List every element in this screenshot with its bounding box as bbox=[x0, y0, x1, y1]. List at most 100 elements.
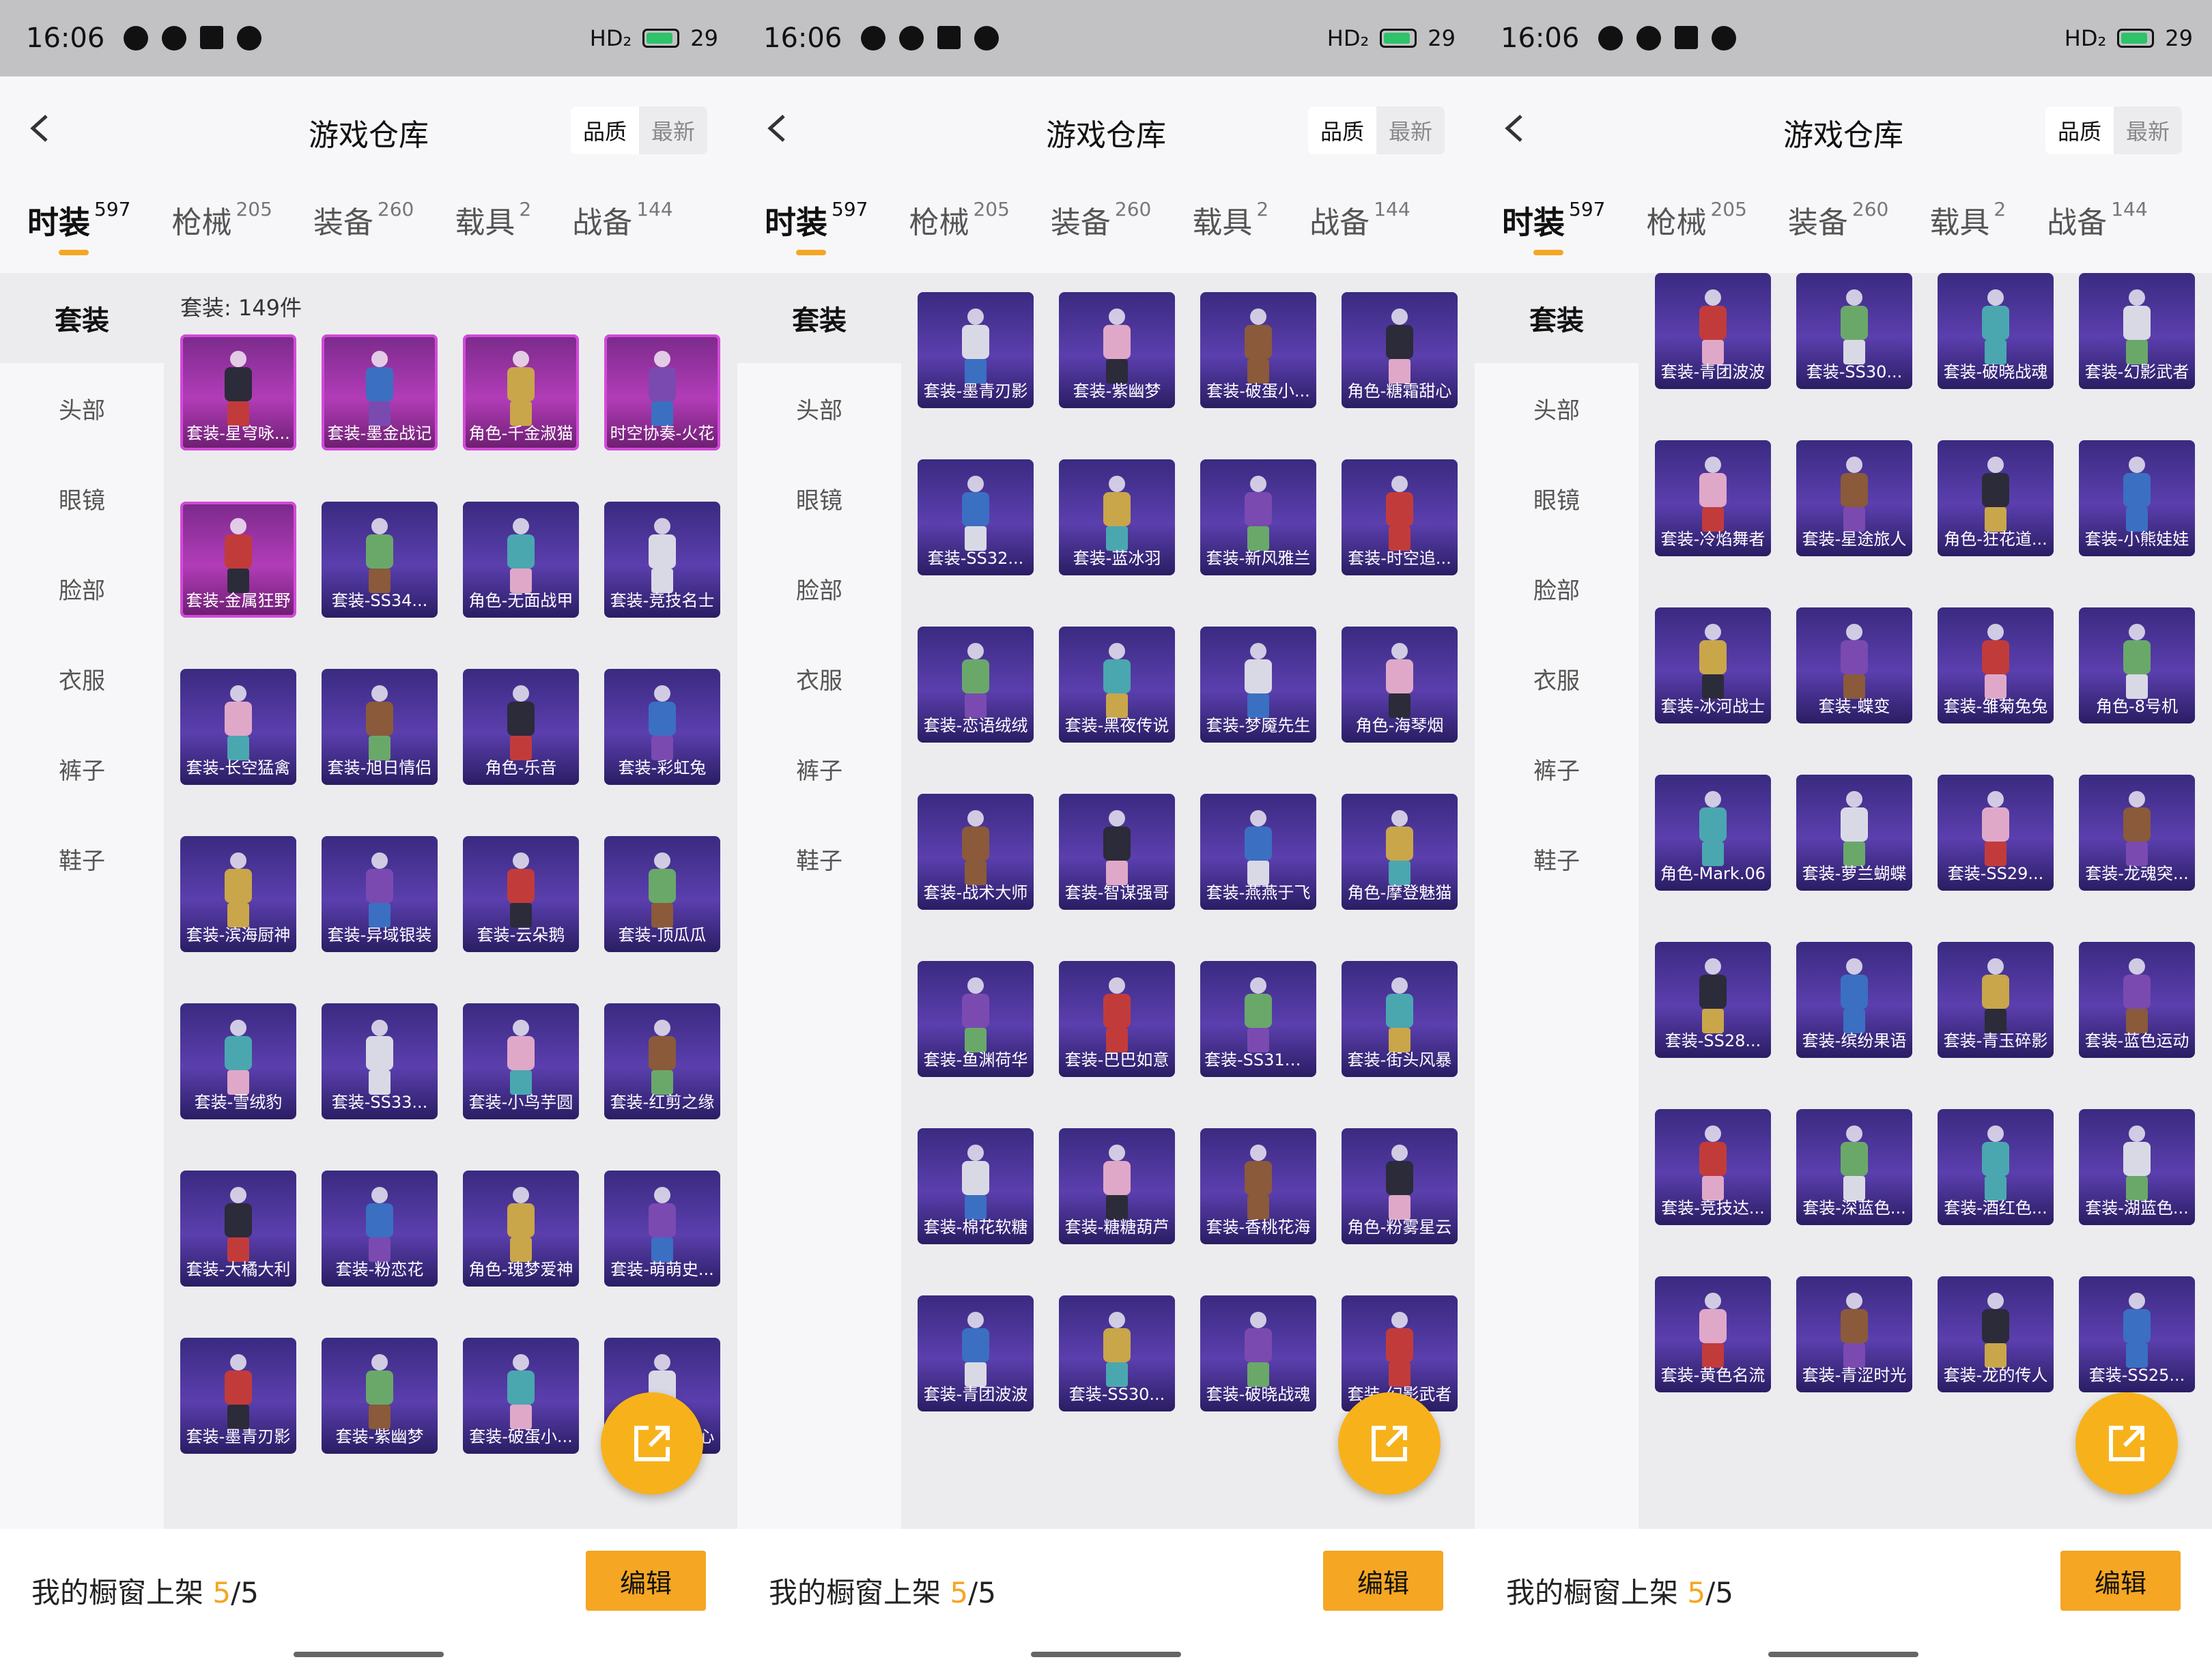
edit-button[interactable]: 编辑 bbox=[1323, 1551, 1443, 1611]
item-card[interactable]: 套装-长空猛禽 bbox=[180, 669, 296, 785]
item-card[interactable]: 套装-青涩时光 bbox=[1796, 1276, 1912, 1392]
tab-supplies[interactable]: 战备 144 bbox=[572, 198, 672, 242]
item-card[interactable]: 套装-破晓战魂 bbox=[1200, 1295, 1316, 1411]
sidebar-item-pants[interactable]: 裤子 bbox=[1475, 723, 1639, 814]
item-card[interactable]: 套装-梦魇先生 bbox=[1200, 627, 1316, 743]
share-fab[interactable] bbox=[601, 1392, 703, 1495]
item-card[interactable]: 角色-Mark.06 bbox=[1655, 775, 1771, 891]
tab-fashion[interactable]: 时装 597 bbox=[765, 198, 868, 255]
edit-button[interactable]: 编辑 bbox=[586, 1551, 706, 1611]
item-card[interactable]: 角色-狂花道... bbox=[1938, 440, 2054, 556]
item-card[interactable]: 套装-街头风暴 bbox=[1342, 961, 1458, 1077]
item-card[interactable]: 套装-新风雅兰 bbox=[1200, 459, 1316, 575]
item-card[interactable]: 套装-竞技达... bbox=[1655, 1109, 1771, 1225]
tab-vehicles[interactable]: 载具 2 bbox=[1192, 198, 1268, 242]
item-card[interactable]: 套装-破蛋小... bbox=[1200, 292, 1316, 408]
sort-latest-button[interactable]: 最新 bbox=[2114, 106, 2182, 154]
item-card[interactable]: 角色-乐音 bbox=[463, 669, 579, 785]
tab-supplies[interactable]: 战备 144 bbox=[1309, 198, 1410, 242]
item-card[interactable]: 套装-小鸟芋圆 bbox=[463, 1003, 579, 1119]
item-card[interactable]: 套装-竞技名士 bbox=[604, 502, 720, 618]
item-card[interactable]: 套装-SS34... bbox=[322, 502, 438, 618]
item-card[interactable]: 套装-黄色名流 bbox=[1655, 1276, 1771, 1392]
sidebar-item-head[interactable]: 头部 bbox=[1475, 363, 1639, 453]
item-card[interactable]: 套装-雪绒豹 bbox=[180, 1003, 296, 1119]
share-fab[interactable] bbox=[2075, 1392, 2178, 1495]
sidebar-item-glasses[interactable]: 眼镜 bbox=[737, 453, 901, 543]
sidebar-item-pants[interactable]: 裤子 bbox=[0, 723, 164, 814]
sidebar-item-head[interactable]: 头部 bbox=[0, 363, 164, 453]
item-card[interactable]: 套装-紫幽梦 bbox=[1059, 292, 1175, 408]
item-card[interactable]: 套装-燕燕于飞 bbox=[1200, 794, 1316, 910]
item-card[interactable]: 套装-紫幽梦 bbox=[322, 1338, 438, 1454]
item-card[interactable]: 套装-彩虹兔 bbox=[604, 669, 720, 785]
item-card[interactable]: 套装-缤纷果语 bbox=[1796, 942, 1912, 1058]
item-card[interactable]: 套装-冷焰舞者 bbox=[1655, 440, 1771, 556]
item-card[interactable]: 套装-萌萌史... bbox=[604, 1171, 720, 1287]
item-card[interactable]: 套装-香桃花海 bbox=[1200, 1128, 1316, 1244]
item-card[interactable]: 套装-滨海厨神 bbox=[180, 836, 296, 952]
item-card[interactable]: 套装-龙的传人 bbox=[1938, 1276, 2054, 1392]
home-indicator[interactable] bbox=[294, 1652, 444, 1657]
edit-button[interactable]: 编辑 bbox=[2060, 1551, 2181, 1611]
item-card[interactable]: 套装-黑夜传说 bbox=[1059, 627, 1175, 743]
item-card[interactable]: 套装-龙魂突... bbox=[2079, 775, 2195, 891]
sidebar-item-clothes[interactable]: 衣服 bbox=[737, 633, 901, 723]
item-card[interactable]: 套装-小熊娃娃 bbox=[2079, 440, 2195, 556]
sidebar-item-shoes[interactable]: 鞋子 bbox=[737, 814, 901, 904]
item-card[interactable]: 套装-破晓战魂 bbox=[1938, 273, 2054, 389]
sidebar-item-head[interactable]: 头部 bbox=[737, 363, 901, 453]
item-card[interactable]: 套装-SS30... bbox=[1796, 273, 1912, 389]
item-card[interactable]: 套装-酒红色... bbox=[1938, 1109, 2054, 1225]
sort-quality-button[interactable]: 品质 bbox=[1307, 106, 1376, 154]
item-card[interactable]: 套装-SS29... bbox=[1938, 775, 2054, 891]
item-card[interactable]: 套装-湖蓝色... bbox=[2079, 1109, 2195, 1225]
item-card[interactable]: 角色-粉雾星云 bbox=[1342, 1128, 1458, 1244]
item-card[interactable]: 套装-SS32... bbox=[918, 459, 1034, 575]
tab-guns[interactable]: 枪械 205 bbox=[909, 198, 1009, 242]
item-card[interactable]: 套装-智谋强哥 bbox=[1059, 794, 1175, 910]
item-card[interactable]: 套装-巴巴如意 bbox=[1059, 961, 1175, 1077]
item-card[interactable]: 套装-萝兰蝴蝶 bbox=[1796, 775, 1912, 891]
item-card[interactable]: 套装-SS30... bbox=[1059, 1295, 1175, 1411]
item-card[interactable]: 套装-冰河战士 bbox=[1655, 607, 1771, 723]
item-card[interactable]: 角色-8号机 bbox=[2079, 607, 2195, 723]
item-card[interactable]: 套装-蝶变 bbox=[1796, 607, 1912, 723]
item-card[interactable]: 套装-SS31特训 bbox=[1200, 961, 1316, 1077]
item-card[interactable]: 套装-鱼渊荷华 bbox=[918, 961, 1034, 1077]
item-card[interactable]: 角色-摩登魅猫 bbox=[1342, 794, 1458, 910]
item-card[interactable]: 角色-糖霜甜心 bbox=[1342, 292, 1458, 408]
sidebar-item-face[interactable]: 脸部 bbox=[737, 543, 901, 633]
sidebar-item-shoes[interactable]: 鞋子 bbox=[1475, 814, 1639, 904]
sidebar-item-suit[interactable]: 套装 bbox=[737, 273, 901, 363]
sidebar-item-face[interactable]: 脸部 bbox=[0, 543, 164, 633]
item-card[interactable]: 套装-SS33... bbox=[322, 1003, 438, 1119]
item-card[interactable]: 套装-青团波波 bbox=[918, 1295, 1034, 1411]
home-indicator[interactable] bbox=[1031, 1652, 1181, 1657]
sort-latest-button[interactable]: 最新 bbox=[639, 106, 707, 154]
item-card[interactable]: 角色-无面战甲 bbox=[463, 502, 579, 618]
sidebar-item-suit[interactable]: 套装 bbox=[1475, 273, 1639, 363]
item-card[interactable]: 套装-墨青刃影 bbox=[918, 292, 1034, 408]
tab-supplies[interactable]: 战备 144 bbox=[2047, 198, 2147, 242]
tab-equipment[interactable]: 装备 260 bbox=[1051, 198, 1151, 242]
item-card[interactable]: 角色-瑰梦爱神 bbox=[463, 1171, 579, 1287]
item-card[interactable]: 套装-异域银装 bbox=[322, 836, 438, 952]
sidebar-item-suit[interactable]: 套装 bbox=[0, 273, 164, 363]
item-card[interactable]: 套装-星穹咏... bbox=[180, 334, 296, 450]
item-card[interactable]: 套装-旭日情侣 bbox=[322, 669, 438, 785]
item-card[interactable]: 套装-战术大师 bbox=[918, 794, 1034, 910]
item-card[interactable]: 套装-SS25... bbox=[2079, 1276, 2195, 1392]
sidebar-item-clothes[interactable]: 衣服 bbox=[1475, 633, 1639, 723]
item-card[interactable]: 套装-雏菊兔兔 bbox=[1938, 607, 2054, 723]
sidebar-item-face[interactable]: 脸部 bbox=[1475, 543, 1639, 633]
item-card[interactable]: 角色-海琴烟 bbox=[1342, 627, 1458, 743]
item-card[interactable]: 套装-青玉碎影 bbox=[1938, 942, 2054, 1058]
tab-equipment[interactable]: 装备 260 bbox=[1788, 198, 1888, 242]
item-card[interactable]: 套装-大橘大利 bbox=[180, 1171, 296, 1287]
home-indicator[interactable] bbox=[1768, 1652, 1918, 1657]
item-card[interactable]: 套装-云朵鹅 bbox=[463, 836, 579, 952]
item-card[interactable]: 套装-星途旅人 bbox=[1796, 440, 1912, 556]
sidebar-item-shoes[interactable]: 鞋子 bbox=[0, 814, 164, 904]
item-card[interactable]: 套装-金属狂野 bbox=[180, 502, 296, 618]
